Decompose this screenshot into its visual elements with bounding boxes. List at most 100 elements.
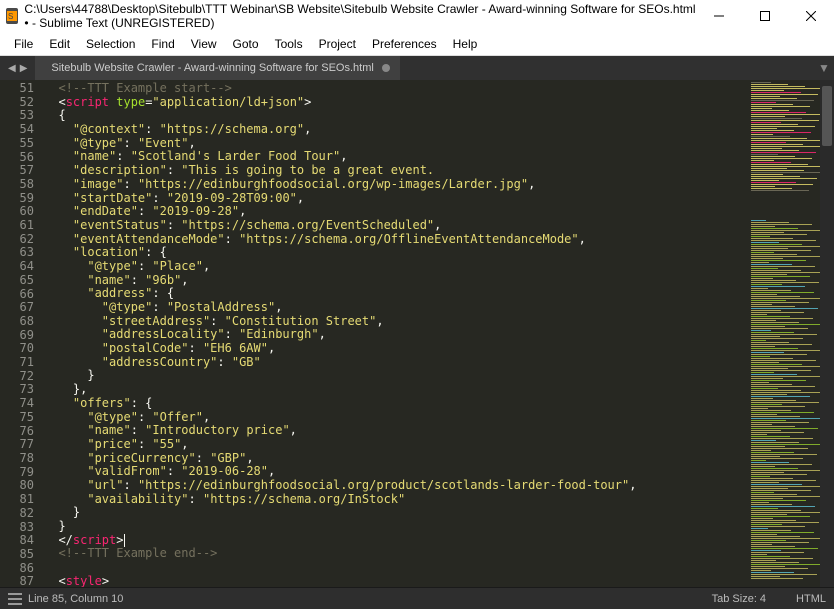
code-line (44, 561, 749, 575)
line-number: 74 (0, 397, 34, 411)
status-syntax[interactable]: HTML (796, 593, 826, 605)
code-line: "endDate": "2019-09-28", (44, 205, 749, 219)
code-line: "validFrom": "2019-06-28", (44, 465, 749, 479)
line-number: 55 (0, 137, 34, 151)
line-number: 58 (0, 178, 34, 192)
line-number: 60 (0, 205, 34, 219)
window-maximize-button[interactable] (742, 0, 788, 32)
menu-goto[interactable]: Goto (225, 34, 267, 54)
code-line: "url": "https://edinburghfoodsocial.org/… (44, 479, 749, 493)
line-number: 85 (0, 548, 34, 562)
line-number: 82 (0, 507, 34, 521)
vertical-scrollbar[interactable] (820, 80, 834, 587)
window-title: C:\Users\44788\Desktop\Sitebulb\TTT Webi… (24, 2, 696, 30)
menu-file[interactable]: File (6, 34, 41, 54)
code-line: "eventStatus": "https://schema.org/Event… (44, 219, 749, 233)
menu-tools[interactable]: Tools (267, 34, 311, 54)
window-close-button[interactable] (788, 0, 834, 32)
minimap[interactable] (749, 80, 834, 587)
code-line: "streetAddress": "Constitution Street", (44, 315, 749, 329)
menu-edit[interactable]: Edit (41, 34, 78, 54)
tabbar: ◀ ▶ Sitebulb Website Crawler - Award-win… (0, 56, 834, 80)
line-number: 69 (0, 329, 34, 343)
line-number: 54 (0, 123, 34, 137)
code-line: } (44, 520, 749, 534)
status-cursor-position[interactable]: Line 85, Column 10 (28, 593, 123, 605)
line-number: 78 (0, 452, 34, 466)
scroll-thumb[interactable] (822, 86, 832, 146)
line-number: 56 (0, 151, 34, 165)
line-number-gutter[interactable]: 5152535455565758596061626364656667686970… (0, 80, 44, 587)
menu-preferences[interactable]: Preferences (364, 34, 445, 54)
code-line: <script type="application/ld+json"> (44, 96, 749, 110)
line-number: 62 (0, 233, 34, 247)
code-line: "@type": "PostalAddress", (44, 301, 749, 315)
code-line: "@type": "Offer", (44, 411, 749, 425)
line-number: 81 (0, 493, 34, 507)
line-number: 66 (0, 288, 34, 302)
menubar: File Edit Selection Find View Goto Tools… (0, 32, 834, 56)
code-line: "name": "96b", (44, 274, 749, 288)
line-number: 51 (0, 82, 34, 96)
line-number: 84 (0, 534, 34, 548)
back-icon[interactable]: ◀ (8, 63, 16, 74)
code-line: "description": "This is going to be a gr… (44, 164, 749, 178)
code-line: "address": { (44, 287, 749, 301)
code-line: "postalCode": "EH6 6AW", (44, 342, 749, 356)
svg-text:S: S (8, 12, 13, 21)
line-number: 75 (0, 411, 34, 425)
app-icon: S (6, 8, 18, 24)
code-line: </script> (44, 534, 749, 548)
code-line: "eventAttendanceMode": "https://schema.o… (44, 233, 749, 247)
code-line: }, (44, 383, 749, 397)
code-line: "image": "https://edinburghfoodsocial.or… (44, 178, 749, 192)
line-number: 52 (0, 96, 34, 110)
code-editor[interactable]: <!--TTT Example start--> <script type="a… (44, 80, 749, 587)
code-line: <!--TTT Example end--> (44, 547, 749, 561)
line-number: 59 (0, 192, 34, 206)
code-line: "availability": "https://schema.org/InSt… (44, 493, 749, 507)
menu-selection[interactable]: Selection (78, 34, 143, 54)
code-line: "startDate": "2019-09-28T09:00", (44, 192, 749, 206)
tab-dropdown-icon[interactable]: ▼ (814, 56, 834, 80)
line-number: 83 (0, 521, 34, 535)
line-number: 57 (0, 164, 34, 178)
code-line: "priceCurrency": "GBP", (44, 452, 749, 466)
line-number: 77 (0, 438, 34, 452)
code-line: } (44, 369, 749, 383)
line-number: 68 (0, 315, 34, 329)
line-number: 79 (0, 466, 34, 480)
code-line: "name": "Introductory price", (44, 424, 749, 438)
file-tab[interactable]: Sitebulb Website Crawler - Award-winning… (35, 56, 399, 80)
code-line: <!--TTT Example start--> (44, 82, 749, 96)
status-tab-size[interactable]: Tab Size: 4 (712, 593, 766, 605)
tab-history-nav[interactable]: ◀ ▶ (0, 56, 35, 80)
menu-find[interactable]: Find (143, 34, 182, 54)
menu-help[interactable]: Help (445, 34, 486, 54)
statusbar: Line 85, Column 10 Tab Size: 4 HTML (0, 587, 834, 609)
line-number: 53 (0, 109, 34, 123)
code-line: <style> (44, 575, 749, 587)
menu-project[interactable]: Project (311, 34, 364, 54)
code-line: "@context": "https://schema.org", (44, 123, 749, 137)
line-number: 86 (0, 562, 34, 576)
dirty-indicator-icon (382, 64, 390, 72)
code-line: "price": "55", (44, 438, 749, 452)
panel-switcher-icon[interactable] (8, 593, 22, 605)
code-line: "name": "Scotland's Larder Food Tour", (44, 150, 749, 164)
window-minimize-button[interactable] (696, 0, 742, 32)
code-line: "location": { (44, 246, 749, 260)
menu-view[interactable]: View (183, 34, 225, 54)
line-number: 71 (0, 356, 34, 370)
line-number: 76 (0, 425, 34, 439)
line-number: 70 (0, 342, 34, 356)
line-number: 65 (0, 274, 34, 288)
window-titlebar: S C:\Users\44788\Desktop\Sitebulb\TTT We… (0, 0, 834, 32)
line-number: 63 (0, 246, 34, 260)
line-number: 80 (0, 479, 34, 493)
line-number: 73 (0, 383, 34, 397)
line-number: 72 (0, 370, 34, 384)
code-line: "@type": "Event", (44, 137, 749, 151)
forward-icon[interactable]: ▶ (20, 63, 28, 74)
code-line: } (44, 506, 749, 520)
